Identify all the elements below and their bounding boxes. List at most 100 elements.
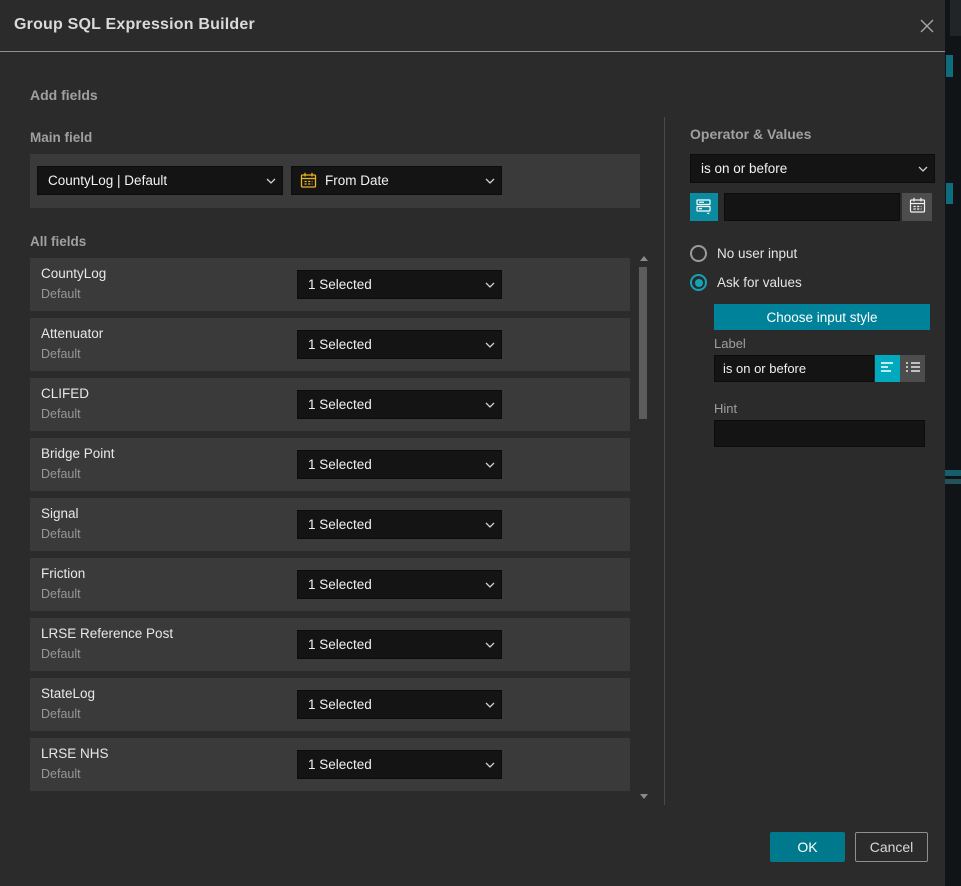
calendar-icon [300, 172, 317, 189]
main-layer-select[interactable]: CountyLog | Default [37, 166, 283, 195]
panel-divider [664, 117, 665, 805]
field-selection-dropdown[interactable]: 1 Selected [297, 750, 502, 779]
field-name: LRSE Reference Post [41, 626, 173, 641]
field-sublabel: Default [41, 647, 81, 661]
operator-values-heading: Operator & Values [690, 126, 811, 142]
dialog-titlebar: Group SQL Expression Builder [0, 0, 945, 52]
field-selection-value: 1 Selected [298, 577, 479, 592]
titlebar-divider [0, 51, 945, 52]
main-field-select[interactable]: From Date [291, 166, 502, 195]
field-name: Signal [41, 506, 79, 521]
field-sublabel: Default [41, 287, 81, 301]
field-selection-value: 1 Selected [298, 457, 479, 472]
choose-input-style-button[interactable]: Choose input style [714, 304, 930, 330]
field-sublabel: Default [41, 587, 81, 601]
chevron-down-icon [479, 282, 501, 288]
value-type-button[interactable] [690, 193, 718, 221]
hint-input[interactable] [714, 420, 925, 447]
field-row[interactable]: LRSE Reference Post Default 1 Selected [30, 618, 630, 671]
main-field-band: CountyLog | Default From Date [30, 154, 640, 208]
single-line-icon [880, 360, 896, 377]
field-sublabel: Default [41, 767, 81, 781]
field-row[interactable]: LRSE NHS Default 1 Selected [30, 738, 630, 791]
all-fields-list: CountyLog Default 1 Selected Attenuator … [30, 258, 630, 798]
field-name: Friction [41, 566, 85, 581]
field-selection-dropdown[interactable]: 1 Selected [297, 450, 502, 479]
dialog-title: Group SQL Expression Builder [14, 16, 255, 34]
field-selection-dropdown[interactable]: 1 Selected [297, 270, 502, 299]
label-input[interactable] [714, 355, 874, 382]
main-field-select-value: From Date [319, 173, 479, 188]
ask-for-values-radio[interactable]: Ask for values [690, 274, 802, 291]
radio-selected-icon [690, 274, 707, 291]
background-app-fragment [945, 479, 961, 484]
background-app-fragment [946, 55, 953, 77]
scrollbar-thumb[interactable] [639, 267, 647, 419]
field-selection-dropdown[interactable]: 1 Selected [297, 330, 502, 359]
field-row[interactable]: Friction Default 1 Selected [30, 558, 630, 611]
screen: Group SQL Expression Builder Add fields … [0, 0, 961, 886]
field-row[interactable]: StateLog Default 1 Selected [30, 678, 630, 731]
calendar-icon [909, 197, 926, 217]
chevron-down-icon [479, 702, 501, 708]
operator-select-value: is on or before [691, 161, 912, 176]
field-selection-dropdown[interactable]: 1 Selected [297, 570, 502, 599]
main-layer-select-value: CountyLog | Default [38, 173, 260, 188]
background-app-strip [945, 0, 961, 886]
close-icon[interactable] [918, 17, 936, 35]
field-selection-dropdown[interactable]: 1 Selected [297, 630, 502, 659]
field-sublabel: Default [41, 467, 81, 481]
chevron-down-icon [479, 342, 501, 348]
chevron-down-icon [479, 178, 501, 184]
scroll-down-icon[interactable] [640, 794, 648, 799]
background-app-fragment [945, 470, 961, 476]
date-picker-button[interactable] [902, 193, 932, 221]
hint-label: Hint [714, 401, 737, 416]
chevron-down-icon [479, 462, 501, 468]
field-selection-value: 1 Selected [298, 337, 479, 352]
chevron-down-icon [479, 642, 501, 648]
background-app-fragment [950, 0, 961, 36]
single-line-style-button[interactable] [875, 355, 900, 382]
scroll-up-icon[interactable] [640, 256, 648, 261]
field-selection-value: 1 Selected [298, 277, 479, 292]
no-user-input-label: No user input [717, 246, 797, 261]
field-sublabel: Default [41, 527, 81, 541]
list-style-button[interactable] [900, 355, 925, 382]
ok-button[interactable]: OK [770, 832, 845, 862]
chevron-down-icon [479, 762, 501, 768]
chevron-down-icon [479, 582, 501, 588]
operator-select[interactable]: is on or before [690, 154, 935, 183]
field-selection-dropdown[interactable]: 1 Selected [297, 690, 502, 719]
cancel-button[interactable]: Cancel [855, 832, 928, 862]
field-selection-value: 1 Selected [298, 637, 479, 652]
main-field-heading: Main field [30, 130, 92, 145]
field-row[interactable]: CountyLog Default 1 Selected [30, 258, 630, 311]
list-scrollbar[interactable] [638, 254, 648, 801]
field-name: StateLog [41, 686, 95, 701]
value-input[interactable] [724, 193, 900, 221]
field-selection-dropdown[interactable]: 1 Selected [297, 390, 502, 419]
field-selection-dropdown[interactable]: 1 Selected [297, 510, 502, 539]
chevron-down-icon [479, 522, 501, 528]
field-sublabel: Default [41, 707, 81, 721]
field-selection-value: 1 Selected [298, 397, 479, 412]
field-row[interactable]: Bridge Point Default 1 Selected [30, 438, 630, 491]
field-row[interactable]: Signal Default 1 Selected [30, 498, 630, 551]
field-sublabel: Default [41, 407, 81, 421]
field-sublabel: Default [41, 347, 81, 361]
add-fields-heading: Add fields [30, 87, 98, 103]
list-icon [905, 360, 921, 377]
field-selection-value: 1 Selected [298, 757, 479, 772]
all-fields-heading: All fields [30, 234, 86, 249]
field-selection-value: 1 Selected [298, 517, 479, 532]
chevron-down-icon [912, 166, 934, 172]
no-user-input-radio[interactable]: No user input [690, 245, 797, 262]
field-name: CountyLog [41, 266, 106, 281]
field-selection-value: 1 Selected [298, 697, 479, 712]
label-label: Label [714, 336, 746, 351]
radio-unselected-icon [690, 245, 707, 262]
field-row[interactable]: Attenuator Default 1 Selected [30, 318, 630, 371]
field-row[interactable]: CLIFED Default 1 Selected [30, 378, 630, 431]
field-name: CLIFED [41, 386, 89, 401]
